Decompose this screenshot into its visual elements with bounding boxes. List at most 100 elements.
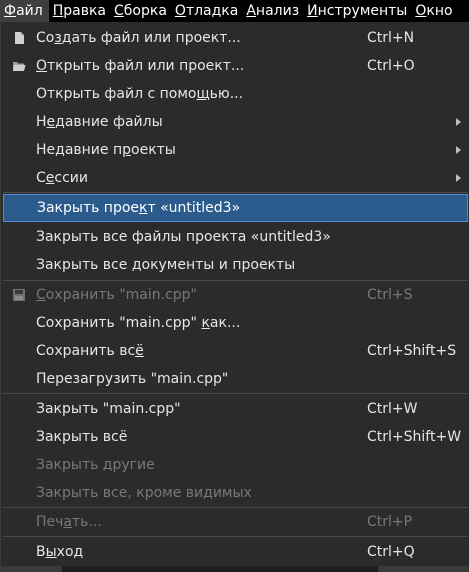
menu-item-open-with[interactable]: Открыть файл с помощью... [1, 80, 469, 108]
label-part: Сохранить вс [36, 343, 136, 359]
label-part: Со [36, 30, 55, 46]
menu-item-shortcut: Ctrl+W [367, 401, 418, 417]
submenu-arrow-icon [456, 174, 461, 182]
label-part: борка [123, 3, 167, 19]
menu-tools[interactable]: Инструменты [303, 0, 411, 22]
mnemonic: С [114, 3, 124, 19]
menu-build[interactable]: Сборка [110, 0, 171, 22]
menu-item-label: Недавние файлы [36, 108, 163, 136]
menu-item-shortcut: Ctrl+Q [367, 544, 415, 560]
menu-item-label: Сохранить всё [36, 337, 144, 365]
submenu-arrow-icon [456, 118, 461, 126]
file-menu-dropdown: Создать файл или проект... Ctrl+N Открыт… [0, 22, 469, 572]
menu-bar: Файл Правка Сборка Отладка Анализ Инстру… [0, 0, 469, 22]
menu-item-shortcut: Ctrl+S [367, 287, 413, 303]
save-icon [13, 289, 25, 301]
label-part: Перезагрузить "main.cpp" [36, 371, 229, 387]
menu-item-new-file-or-project[interactable]: Создать файл или проект... Ctrl+N [1, 24, 469, 52]
menu-item-close-all[interactable]: Закрыть всё Ctrl+Shift+W [1, 423, 469, 451]
background-panel [378, 566, 469, 572]
menu-item-close-all-project-files[interactable]: Закрыть все файлы проекта «untitled3» [1, 223, 469, 251]
menu-separator [3, 393, 468, 394]
mnemonic: а [63, 514, 73, 530]
label-part: Закрыть всё [36, 429, 128, 445]
menu-item-label: Закрыть проект «untitled3» [37, 194, 240, 222]
label-part: айл [16, 3, 43, 19]
menu-item-label: Недавние проекты [36, 136, 176, 164]
submenu-arrow-icon [456, 146, 461, 154]
menu-item-close-all-except-visible[interactable]: Закрыть все, кроме видимых [1, 479, 469, 507]
label-part: Открыть файл с помо [36, 86, 197, 102]
label-part: нструменты [317, 3, 408, 19]
label-part: давние файлы [55, 114, 163, 130]
menu-item-sessions[interactable]: Сессии [1, 164, 469, 192]
mnemonic: П [52, 3, 64, 19]
mnemonic: р [122, 142, 132, 158]
label-part: Закрыть все документы и проекты [36, 257, 296, 273]
menu-item-close-project[interactable]: Закрыть проект «untitled3» [3, 194, 468, 222]
label-part: ью... [209, 86, 244, 102]
mnemonic: С [36, 287, 46, 303]
menu-item-reload[interactable]: Перезагрузить "main.cpp" [1, 365, 469, 393]
label-part: ть... [72, 514, 102, 530]
mnemonic: ы [45, 544, 57, 560]
mnemonic: к [139, 200, 148, 216]
menu-item-label: Выход [36, 538, 83, 566]
background-editor-edge [0, 566, 469, 572]
menu-item-label: Открыть файл или проект... [36, 52, 244, 80]
menu-item-label: Закрыть все документы и проекты [36, 251, 295, 279]
menu-item-label: Закрыть всё [36, 423, 127, 451]
menu-analyze[interactable]: Анализ [242, 0, 303, 22]
menu-debug[interactable]: Отладка [171, 0, 242, 22]
menu-window[interactable]: Окно [411, 0, 456, 22]
label-part: дать файл или проект... [61, 30, 241, 46]
menu-item-close-file[interactable]: Закрыть "main.cpp" Ctrl+W [1, 395, 469, 423]
menu-item-save[interactable]: Сохранить "main.cpp" Ctrl+S [1, 281, 469, 309]
menu-item-close-all-documents-and-projects[interactable]: Закрыть все документы и проекты [1, 251, 469, 279]
label-part: равка [63, 3, 106, 19]
label-part: Закрыть прое [37, 200, 140, 216]
menu-file[interactable]: Файл [0, 0, 49, 22]
menu-item-open-file-or-project[interactable]: Открыть файл или проект... Ctrl+O [1, 52, 469, 80]
label-part: Недавние п [36, 142, 123, 158]
mnemonic: к [201, 315, 210, 331]
label-part: тладка [185, 3, 239, 19]
menu-item-label: Закрыть все файлы проекта «untitled3» [36, 223, 331, 251]
menu-item-recent-projects[interactable]: Недавние проекты [1, 136, 469, 164]
menu-item-save-all[interactable]: Сохранить всё Ctrl+Shift+S [1, 337, 469, 365]
menu-item-label: Сохранить "main.cpp" [36, 281, 197, 309]
label-part: Сохранить "main.cpp" [36, 315, 202, 331]
mnemonic: щ [196, 86, 210, 102]
mnemonic: И [307, 3, 318, 19]
mnemonic: з [54, 30, 62, 46]
menu-edit[interactable]: Правка [49, 0, 110, 22]
label-part: оекты [131, 142, 176, 158]
new-file-icon [15, 32, 24, 44]
label-part: ткрыть файл или проект... [47, 58, 245, 74]
menu-item-label: Создать файл или проект... [36, 24, 241, 52]
menu-item-recent-files[interactable]: Недавние файлы [1, 108, 469, 136]
menu-item-close-others[interactable]: Закрыть другие [1, 451, 469, 479]
menu-item-label: Сессии [36, 164, 88, 192]
mnemonic: А [246, 3, 256, 19]
menu-separator [3, 536, 468, 537]
background-panel [0, 566, 62, 572]
label-part: нализ [255, 3, 300, 19]
menu-item-save-as[interactable]: Сохранить "main.cpp" как... [1, 309, 469, 337]
menu-item-exit[interactable]: Выход Ctrl+Q [1, 538, 469, 566]
label-part: В [36, 544, 46, 560]
menu-item-label: Перезагрузить "main.cpp" [36, 365, 228, 393]
label-part: охранить "main.cpp" [45, 287, 197, 303]
menu-item-shortcut: Ctrl+N [367, 30, 415, 46]
label-part: Н [36, 114, 47, 130]
menu-item-shortcut: Ctrl+Shift+W [367, 429, 462, 445]
label-part: кно [426, 3, 453, 19]
menu-item-label: Закрыть все, кроме видимых [36, 479, 252, 507]
mnemonic: О [415, 3, 427, 19]
label-part: Закрыть все файлы проекта «untitled3» [36, 229, 331, 245]
menu-item-label: Сохранить "main.cpp" как... [36, 309, 240, 337]
menu-item-print[interactable]: Печать... Ctrl+P [1, 508, 469, 536]
mnemonic: О [36, 58, 48, 74]
label-part: Печ [36, 514, 64, 530]
menu-item-label: Печать... [36, 508, 102, 536]
